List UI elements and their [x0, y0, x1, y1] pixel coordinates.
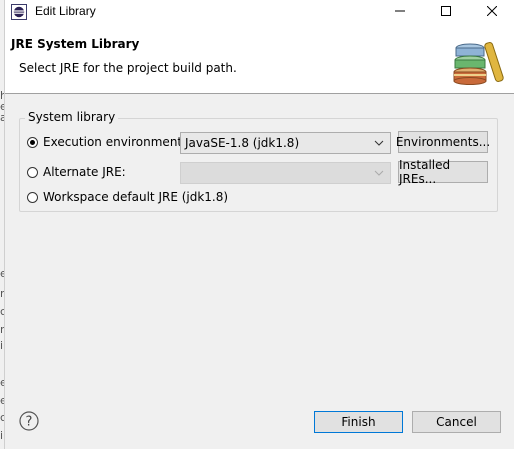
alternate-jre-combo[interactable]: [180, 162, 391, 184]
eclipse-icon: [11, 4, 27, 20]
radio-label: Alternate JRE:: [43, 165, 126, 179]
group-legend: System library: [25, 110, 119, 124]
maximize-icon: [441, 5, 451, 19]
title-bar[interactable]: Edit Library: [5, 0, 514, 24]
installed-jres-button[interactable]: Installed JREs...: [398, 158, 488, 186]
maximize-button[interactable]: [423, 0, 469, 24]
books-icon: [450, 38, 506, 88]
header-title: JRE System Library: [11, 37, 140, 51]
help-icon[interactable]: ?: [19, 411, 39, 431]
edit-library-dialog: Edit Library JRE System Library Select J…: [4, 0, 514, 449]
close-button[interactable]: [469, 0, 514, 24]
radio-indicator[interactable]: [27, 166, 38, 178]
svg-text:?: ?: [26, 415, 33, 430]
window-title: Edit Library: [35, 4, 96, 18]
wizard-header: JRE System Library Select JRE for the pr…: [5, 24, 514, 94]
button-bar: ? Finish Cancel: [5, 395, 514, 449]
cancel-button[interactable]: Cancel: [412, 411, 501, 433]
minimize-button[interactable]: [377, 0, 423, 24]
radio-indicator[interactable]: [27, 136, 38, 148]
execution-environment-radio[interactable]: Execution environment:: [27, 135, 186, 149]
workspace-default-jre-radio[interactable]: Workspace default JRE (jdk1.8): [27, 190, 228, 204]
minimize-icon: [395, 5, 405, 19]
alternate-jre-radio[interactable]: Alternate JRE:: [27, 165, 126, 179]
radio-label: Execution environment:: [43, 135, 187, 149]
radio-label: Workspace default JRE (jdk1.8): [43, 190, 229, 204]
finish-button[interactable]: Finish: [314, 411, 403, 433]
environments-button[interactable]: Environments...: [396, 131, 490, 153]
chevron-down-icon: [372, 133, 386, 153]
header-message: Select JRE for the project build path.: [19, 61, 237, 75]
execution-environment-combo[interactable]: JavaSE-1.8 (jdk1.8): [180, 132, 391, 154]
close-icon: [486, 5, 498, 19]
radio-indicator[interactable]: [27, 191, 38, 203]
chevron-down-icon: [372, 163, 386, 183]
combo-value: JavaSE-1.8 (jdk1.8): [185, 136, 300, 150]
